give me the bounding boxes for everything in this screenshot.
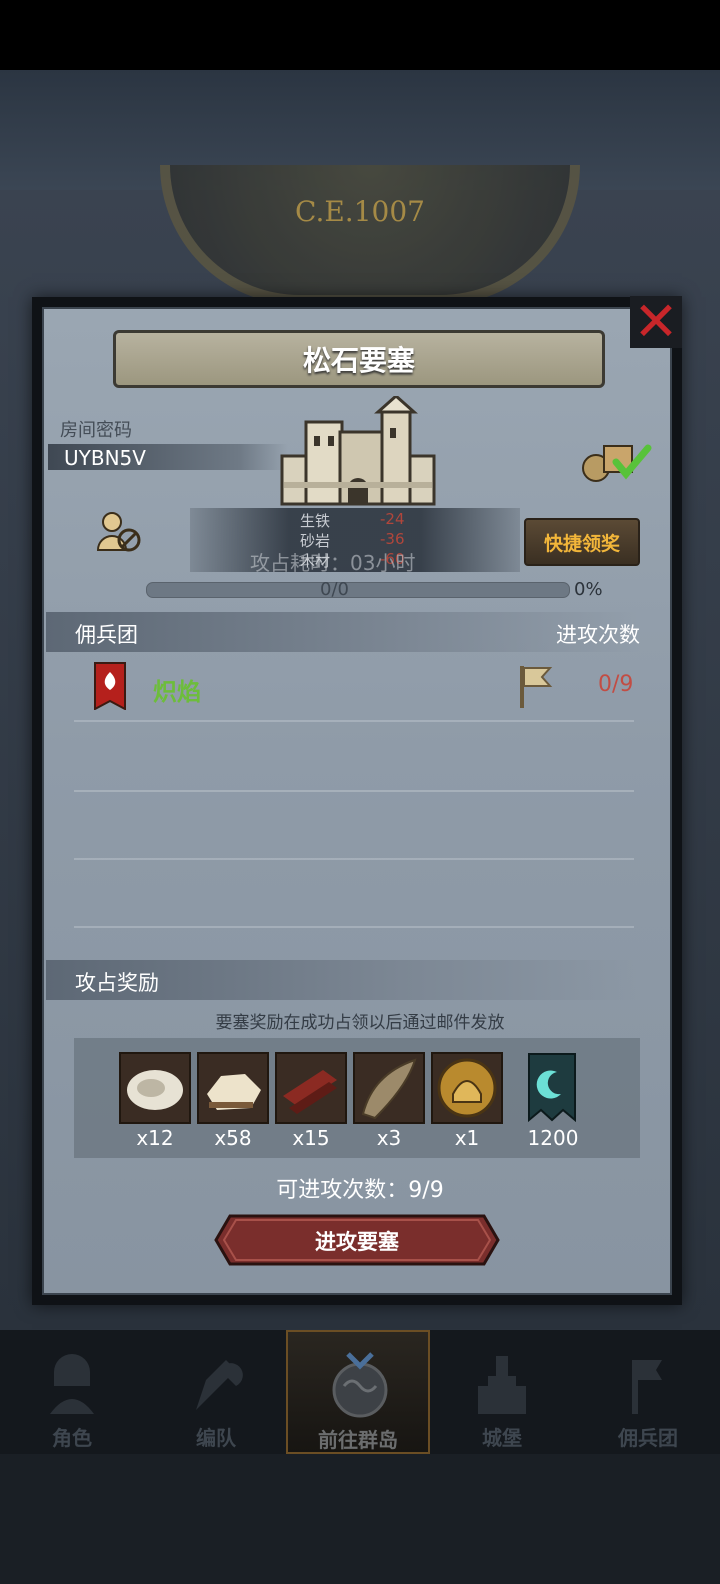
horn-icon[interactable] xyxy=(353,1052,425,1124)
reward-qty: 1200 xyxy=(527,1126,579,1150)
reward-qty: x12 xyxy=(136,1126,174,1150)
mercenary-header-attacks: 进攻次数 xyxy=(556,623,640,647)
nav-label: 角色 xyxy=(52,1426,92,1450)
progress-percent: 0% xyxy=(574,579,603,600)
attack-fortress-button[interactable]: 进攻要塞 xyxy=(214,1214,500,1266)
footer-bar xyxy=(0,1454,720,1584)
reward-qty: x1 xyxy=(454,1126,480,1150)
nav-item-castle[interactable]: 城堡 xyxy=(430,1330,574,1454)
room-password-label: 房间密码 xyxy=(60,420,132,441)
nav-label: 前往群岛 xyxy=(318,1428,398,1452)
slot-divider xyxy=(74,720,634,722)
dialog-title: 松石要塞 xyxy=(302,344,415,377)
room-code[interactable]: UYBN5V xyxy=(64,446,146,470)
wood-plank-icon[interactable] xyxy=(275,1052,347,1124)
occupy-time: 攻占耗时：03小时 xyxy=(250,551,416,575)
reward-qty: x3 xyxy=(376,1126,402,1150)
slot-divider xyxy=(74,926,634,928)
resource-value: -36 xyxy=(380,530,405,548)
resource-value: -24 xyxy=(380,510,405,528)
occupy-progress-bar xyxy=(146,582,570,598)
reward-note: 要塞奖励在成功占领以后通过邮件发放 xyxy=(215,1013,505,1033)
reward-title: 攻占奖励 xyxy=(75,971,159,995)
progress-count: 0/0 xyxy=(320,579,349,600)
slot-divider xyxy=(74,790,634,792)
team-attack-count: 0/9 xyxy=(598,672,634,697)
flame-banner-icon xyxy=(94,662,126,714)
attack-flag-icon xyxy=(517,664,553,714)
fortress-icon xyxy=(278,393,438,512)
attacks-remaining: 可进攻次数：9/9 xyxy=(276,1178,444,1203)
nav-item-mercenary[interactable]: 佣兵团 xyxy=(576,1330,720,1454)
reward-bag-check-icon[interactable] xyxy=(580,438,660,488)
close-button[interactable]: ✕ xyxy=(630,290,682,353)
nav-label: 城堡 xyxy=(482,1426,522,1450)
close-icon: ✕ xyxy=(633,290,679,353)
title-plate: 松石要塞 xyxy=(113,330,605,388)
no-visitor-icon[interactable] xyxy=(96,510,144,560)
quick-claim-label: 快捷领奖 xyxy=(543,532,620,555)
nav-item-formation[interactable]: 编队 xyxy=(144,1330,288,1454)
knight-icon xyxy=(50,1354,94,1414)
resource-name: 生铁 xyxy=(300,512,331,530)
hide-icon[interactable] xyxy=(197,1052,269,1124)
formation-icon xyxy=(196,1360,243,1410)
knight-helmet-icon[interactable] xyxy=(431,1052,503,1124)
attack-fortress-label: 进攻要塞 xyxy=(315,1230,399,1254)
island-icon xyxy=(332,1352,388,1418)
team-name[interactable]: 炽焰 xyxy=(153,672,201,707)
reward-qty: x58 xyxy=(214,1126,252,1150)
mercenary-icon xyxy=(632,1360,662,1414)
mercenary-header-title: 佣兵团 xyxy=(75,623,138,647)
nav-label: 编队 xyxy=(196,1426,236,1450)
nav-item-character[interactable]: 角色 xyxy=(0,1330,144,1454)
fur-icon[interactable] xyxy=(119,1052,191,1124)
era-label: C.E.1007 xyxy=(295,195,425,228)
castle-icon xyxy=(478,1356,526,1414)
guild-banner-icon[interactable] xyxy=(527,1052,599,1124)
bottom-nav: 角色 编队 前往群岛 城堡 佣兵团 xyxy=(0,1330,720,1454)
nav-label: 佣兵团 xyxy=(618,1426,678,1450)
quick-claim-button[interactable]: 快捷领奖 xyxy=(524,518,640,566)
reward-qty: x15 xyxy=(292,1126,330,1150)
top-black-bar xyxy=(0,0,720,70)
slot-divider xyxy=(74,858,634,860)
nav-item-islands[interactable]: 前往群岛 xyxy=(286,1330,430,1454)
